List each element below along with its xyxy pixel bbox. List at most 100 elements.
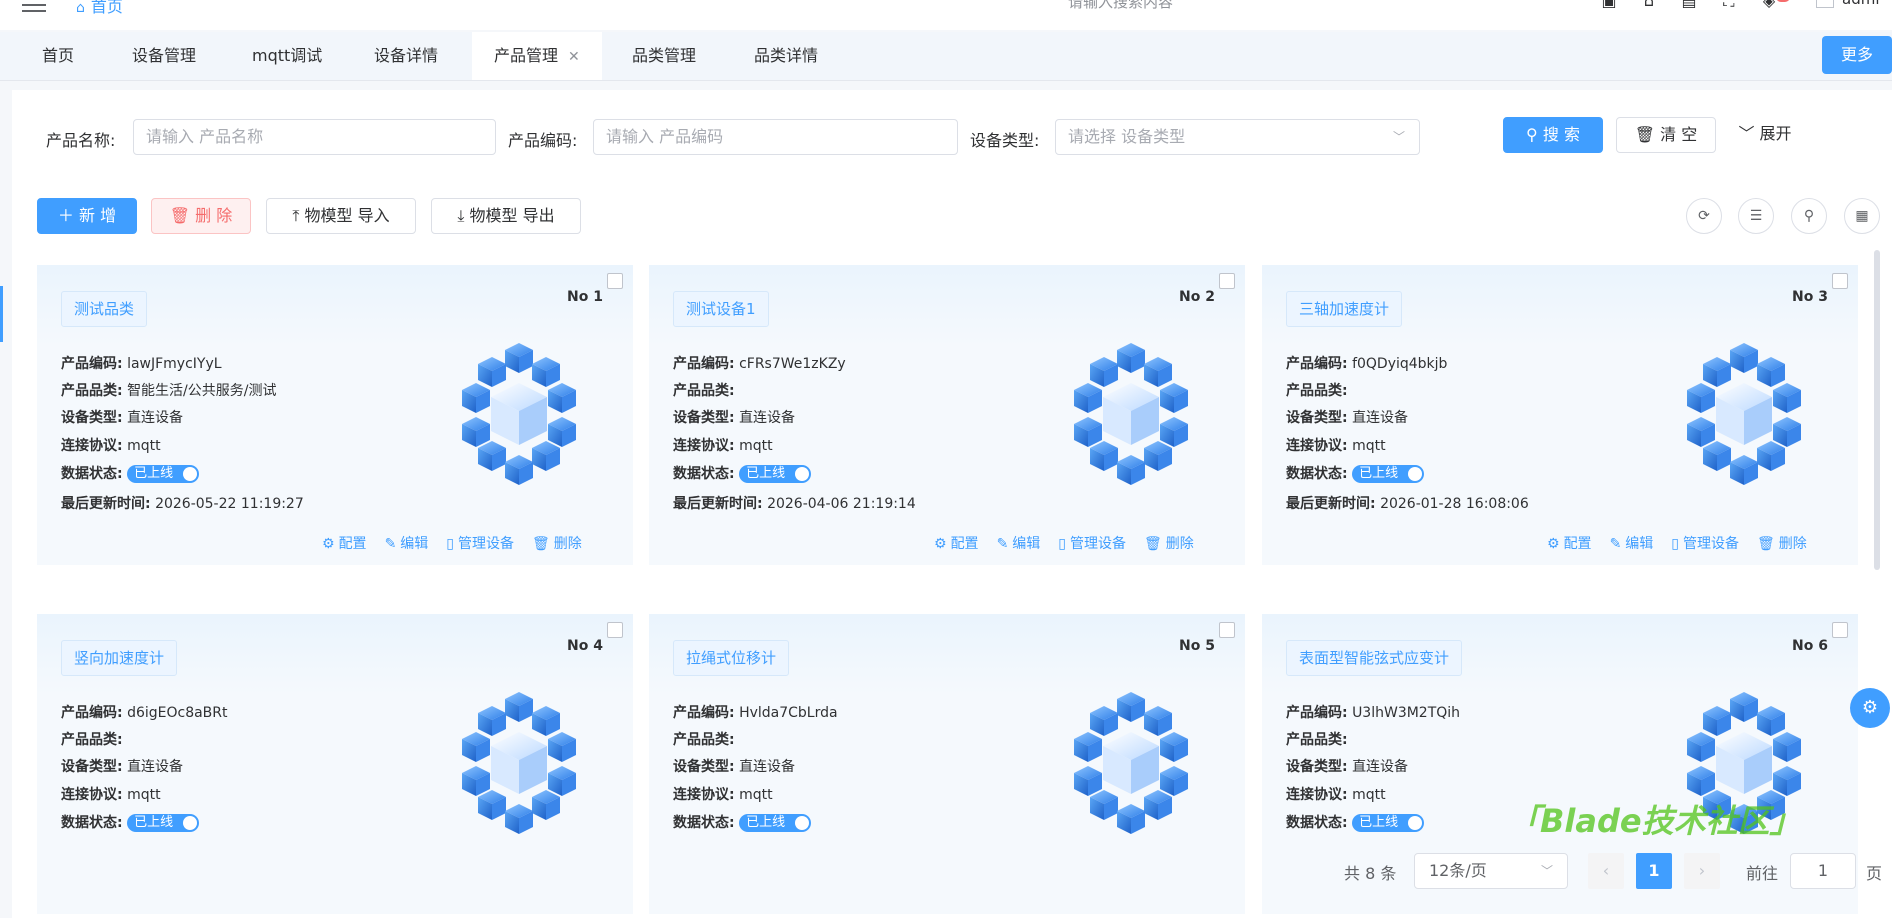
add-button[interactable]: ＋ 新 增: [37, 198, 137, 234]
export-model-button[interactable]: ⤓ 物模型 导出: [431, 198, 581, 234]
upload-icon: ⤒: [292, 206, 305, 225]
status-switch[interactable]: 已上线: [1352, 465, 1425, 483]
page-size-select[interactable]: 12条/页 ﹀: [1414, 853, 1568, 889]
status-switch[interactable]: 已上线: [739, 465, 812, 483]
card-code-label: 产品编码:: [1286, 356, 1348, 372]
fullscreen-icon[interactable]: ⛶: [1720, 0, 1738, 11]
product-cube-image: [1064, 684, 1198, 839]
card-checkbox[interactable]: [1219, 273, 1235, 289]
card-checkbox[interactable]: [607, 622, 623, 638]
settings-float-icon[interactable]: ⚙: [1850, 688, 1890, 728]
status-switch[interactable]: 已上线: [127, 465, 200, 483]
tab-home[interactable]: 首页: [20, 32, 96, 80]
card-code-label: 产品编码:: [673, 356, 735, 372]
card-category-label: 产品品类:: [1286, 383, 1348, 399]
tab-device-management[interactable]: 设备管理: [110, 32, 218, 80]
card-delete-button[interactable]: 🗑 删除: [532, 533, 582, 553]
goto-page-input[interactable]: 1: [1790, 853, 1856, 889]
close-icon[interactable]: ✕: [568, 49, 580, 65]
delete-button[interactable]: 🗑 删 除: [151, 198, 251, 234]
card-row-code: 产品编码: cFRs7We1zKZy: [673, 353, 846, 373]
edit-button[interactable]: ✎ 编辑: [997, 533, 1041, 553]
card-device_type-value: 直连设备: [739, 410, 796, 426]
tab-device-detail[interactable]: 设备详情: [352, 32, 460, 80]
status-switch[interactable]: 已上线: [739, 814, 812, 832]
product-name-input[interactable]: 请输入 产品名称: [133, 119, 496, 155]
card-code-value: Hvlda7CbLrda: [739, 705, 838, 721]
avatar[interactable]: [1816, 0, 1834, 8]
card-protocol-label: 连接协议:: [673, 438, 735, 454]
sidebar-indicator: [0, 286, 3, 342]
card-row-status: 数据状态: 已上线: [1286, 812, 1425, 832]
card-row-device_type: 设备类型: 直连设备: [673, 756, 795, 776]
edit-button[interactable]: ✎ 编辑: [1610, 533, 1654, 553]
product-code-input[interactable]: 请输入 产品编码: [593, 119, 958, 155]
card-device_type-label: 设备类型:: [1286, 759, 1348, 775]
card-delete-button[interactable]: 🗑 删除: [1757, 533, 1807, 553]
lock-icon[interactable]: ▣: [1600, 0, 1618, 11]
scrollbar[interactable]: [1874, 250, 1880, 570]
search-icon[interactable]: ⚲: [1791, 198, 1827, 234]
tab-category-management[interactable]: 品类管理: [610, 32, 718, 80]
status-switch[interactable]: 已上线: [127, 814, 200, 832]
card-checkbox[interactable]: [1832, 622, 1848, 638]
tab-product-management[interactable]: 产品管理 ✕: [472, 32, 602, 80]
card-device_type-label: 设备类型:: [1286, 410, 1348, 426]
product-card[interactable]: 测试设备1 No 2 产品编码: cFRs7We1zKZy 产品品类: 设备类型:…: [649, 265, 1245, 565]
card-device_type-value: 直连设备: [739, 759, 796, 775]
global-search-input[interactable]: 请输入搜索内容: [1068, 0, 1173, 12]
clear-button[interactable]: 🗑 清 空: [1616, 117, 1716, 153]
config-button[interactable]: ⚙ 配置: [1547, 533, 1592, 553]
shirt-icon[interactable]: ⌂: [1640, 0, 1658, 11]
card-row-code: 产品编码: lawJFmycIYyL: [61, 353, 222, 373]
plus-icon: ＋: [57, 206, 79, 225]
card-checkbox[interactable]: [1219, 622, 1235, 638]
manage-devices-button[interactable]: ▯ 管理设备: [446, 533, 514, 553]
refresh-icon[interactable]: ⟳: [1686, 198, 1722, 234]
bell-icon[interactable]: ◈: [1760, 0, 1778, 11]
translate-icon[interactable]: ▤: [1680, 0, 1698, 11]
card-row-category: 产品品类:: [1286, 729, 1348, 749]
manage-devices-button[interactable]: ▯ 管理设备: [1671, 533, 1739, 553]
page-number[interactable]: 1: [1636, 853, 1672, 889]
card-checkbox[interactable]: [607, 273, 623, 289]
filter-icon[interactable]: ☰: [1738, 198, 1774, 234]
product-card[interactable]: 测试品类 No 1 产品编码: lawJFmycIYyL 产品品类: 智能生活/公…: [37, 265, 633, 565]
tab-category-detail[interactable]: 品类详情: [732, 32, 840, 80]
edit-button[interactable]: ✎ 编辑: [385, 533, 429, 553]
grid-icon[interactable]: ▦: [1844, 198, 1880, 234]
card-checkbox[interactable]: [1832, 273, 1848, 289]
import-model-button[interactable]: ⤒ 物模型 导入: [266, 198, 416, 234]
card-code-value: U3lhW3M2TQih: [1352, 705, 1461, 721]
product-card[interactable]: 竖向加速度计 No 4 产品编码: d6igEOc8aBRt 产品品类: 设备类型…: [37, 614, 633, 914]
card-device_type-value: 直连设备: [127, 759, 184, 775]
more-tabs-button[interactable]: 更多: [1822, 36, 1892, 74]
search-button[interactable]: ⚲ 搜 索: [1503, 117, 1603, 153]
card-row-category: 产品品类:: [61, 729, 123, 749]
next-page-button[interactable]: ›: [1684, 853, 1720, 889]
breadcrumb-home[interactable]: ⌂ 首页: [76, 0, 123, 17]
card-number: No 3: [1792, 289, 1828, 305]
card-protocol-label: 连接协议:: [61, 438, 123, 454]
product-card[interactable]: 拉绳式位移计 No 5 产品编码: Hvlda7CbLrda 产品品类: 设备类型…: [649, 614, 1245, 914]
card-title-tag: 竖向加速度计: [61, 640, 178, 676]
card-delete-button[interactable]: 🗑 删除: [1144, 533, 1194, 553]
config-button[interactable]: ⚙ 配置: [934, 533, 979, 553]
tab-mqtt-debug[interactable]: mqtt调试: [230, 32, 344, 80]
card-row-device_type: 设备类型: 直连设备: [673, 407, 795, 427]
product-card[interactable]: 三轴加速度计 No 3 产品编码: f0QDyiq4bkjb 产品品类: 设备类型…: [1262, 265, 1858, 565]
menu-toggle-icon[interactable]: [22, 0, 48, 14]
user-name[interactable]: admi: [1842, 0, 1880, 8]
manage-devices-button[interactable]: ▯ 管理设备: [1058, 533, 1126, 553]
card-row-code: 产品编码: d6igEOc8aBRt: [61, 702, 228, 722]
card-title-tag: 测试品类: [61, 291, 148, 327]
status-switch[interactable]: 已上线: [1352, 814, 1425, 832]
expand-button[interactable]: ﹀ 展开: [1730, 117, 1800, 153]
prev-page-button[interactable]: ‹: [1588, 853, 1624, 889]
device-type-select[interactable]: 请选择 设备类型 ﹀: [1055, 119, 1420, 155]
device-icon: ▯: [1058, 536, 1067, 552]
config-button[interactable]: ⚙ 配置: [322, 533, 367, 553]
card-row-protocol: 连接协议: mqtt: [673, 435, 773, 455]
card-code-label: 产品编码:: [673, 705, 735, 721]
card-status-label: 数据状态:: [1286, 466, 1348, 482]
